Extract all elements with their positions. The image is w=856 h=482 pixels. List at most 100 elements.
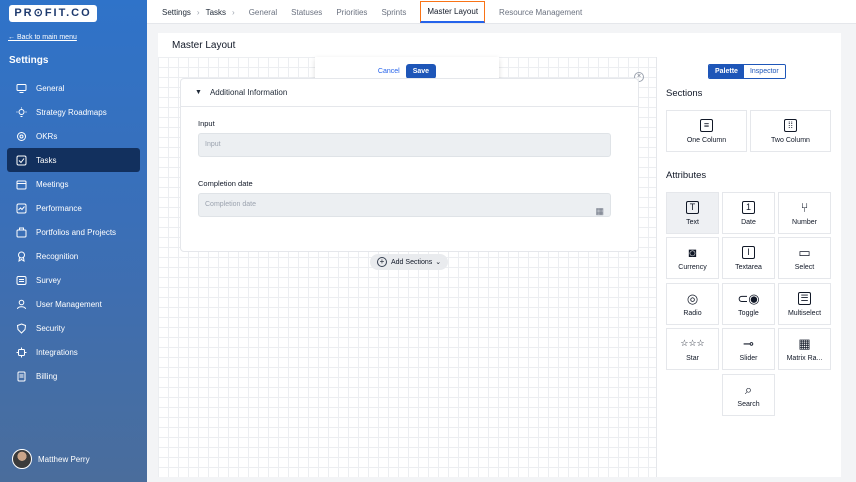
crumb-settings[interactable]: Settings — [162, 8, 191, 17]
attribute-search[interactable]: ⌕ Search — [722, 374, 775, 416]
number-icon: ⑂ — [800, 199, 809, 215]
attribute-textarea[interactable]: I Textarea — [722, 237, 775, 279]
sidebar-item-label: Portfolios and Projects — [36, 227, 117, 237]
sidebar-item-okrs[interactable]: OKRs — [7, 124, 140, 148]
settings-title: Settings — [9, 55, 49, 66]
chevron-right-icon: › — [196, 7, 200, 17]
tab-priorities[interactable]: Priorities — [336, 8, 367, 17]
sidebar-item-recognition[interactable]: Recognition — [7, 244, 140, 268]
plug-icon — [16, 347, 27, 358]
attributes-heading: Attributes — [666, 170, 707, 181]
shield-icon — [16, 322, 27, 334]
chevron-down-icon: ⌄ — [435, 259, 442, 266]
sidebar-item-label: General — [36, 83, 65, 93]
tab-general[interactable]: General — [249, 8, 277, 17]
tab-palette[interactable]: Palette — [709, 65, 744, 78]
calendar-icon — [16, 179, 27, 190]
checkbox-icon — [16, 155, 27, 166]
tile-label: Date — [741, 218, 756, 226]
tile-label: Textarea — [735, 263, 762, 271]
tab-sprints[interactable]: Sprints — [381, 8, 406, 17]
sidebar-item-portfolios-and-projects[interactable]: Portfolios and Projects — [7, 220, 140, 244]
tab-master-layout[interactable]: Master Layout — [420, 1, 486, 23]
palette-inspector-toggle: Palette Inspector — [708, 64, 786, 79]
palette-panel: Palette Inspector Sections ≡ One Column … — [656, 57, 841, 477]
save-button[interactable]: Save — [405, 64, 437, 79]
sidebar-item-security[interactable]: Security — [7, 316, 140, 340]
sidebar-item-performance[interactable]: Performance — [7, 196, 140, 220]
tile-label: Slider — [739, 354, 758, 362]
sidebar-item-general[interactable]: General — [7, 76, 140, 100]
user-name: Matthew Perry — [38, 454, 90, 464]
attribute-slider[interactable]: ⊸ Slider — [722, 328, 775, 370]
attribute-date[interactable]: 1 Date — [722, 192, 775, 234]
add-sections-button[interactable]: + Add Sections ⌄ — [370, 254, 449, 270]
tab-statuses[interactable]: Statuses — [291, 8, 322, 17]
attribute-select[interactable]: ▭ Select — [778, 237, 831, 279]
cancel-button[interactable]: Cancel — [378, 68, 400, 75]
tile-label: Star — [686, 354, 699, 362]
attribute-currency[interactable]: ◙ Currency — [666, 237, 719, 279]
tile-label: Select — [794, 263, 815, 271]
tile-label: Multiselect — [787, 309, 822, 317]
brand-logo[interactable]: PR⊙FIT.CO — [9, 5, 97, 22]
sections-heading: Sections — [666, 88, 703, 99]
avatar — [12, 449, 32, 469]
attribute-radio[interactable]: ◎ Radio — [666, 283, 719, 325]
currency-icon: ◙ — [688, 244, 697, 260]
user-profile[interactable]: Matthew Perry — [12, 449, 90, 469]
add-sections-label: Add Sections — [391, 258, 433, 266]
sidebar-item-strategy-roadmaps[interactable]: Strategy Roadmaps — [7, 100, 140, 124]
sidebar-item-user-management[interactable]: User Management — [7, 292, 140, 316]
monitor-icon — [16, 83, 27, 94]
layout-canvas[interactable]: Cancel Save × ▼ Additional Information I… — [158, 57, 656, 477]
sidebar-item-integrations[interactable]: Integrations — [7, 340, 140, 364]
calendar-icon[interactable]: ▦ — [595, 200, 604, 222]
caret-down-icon[interactable]: ▼ — [195, 89, 202, 96]
settings-nav: General Strategy Roadmaps OKRs Tasks Mee… — [7, 76, 140, 388]
plus-circle-icon: + — [377, 257, 387, 267]
tile-label: One Column — [686, 136, 727, 144]
sidebar-item-label: Integrations — [36, 347, 78, 357]
sidebar-item-label: Performance — [36, 203, 82, 213]
section-two-column[interactable]: ⁞⁞ Two Column — [750, 110, 831, 152]
back-to-main-menu-link[interactable]: ← Back to main menu — [8, 34, 77, 41]
sidebar-item-meetings[interactable]: Meetings — [7, 172, 140, 196]
sidebar-item-label: OKRs — [36, 131, 58, 141]
document-icon — [16, 371, 27, 382]
attribute-multiselect[interactable]: ☰ Multiselect — [778, 283, 831, 325]
sidebar-item-billing[interactable]: Billing — [7, 364, 140, 388]
section-header[interactable]: ▼ Additional Information — [181, 79, 638, 107]
sidebar-item-label: Billing — [36, 371, 58, 381]
attribute-matrix-rating[interactable]: ▦ Matrix Ra... — [778, 328, 831, 370]
completion-date-field[interactable]: Completion date ▦ — [198, 193, 611, 217]
radio-icon: ◎ — [686, 290, 699, 306]
tab-inspector[interactable]: Inspector — [743, 65, 785, 78]
tile-label: Radio — [683, 309, 702, 317]
sidebar: PR⊙FIT.CO ← Back to main menu Settings G… — [0, 0, 147, 482]
sidebar-item-tasks[interactable]: Tasks — [7, 148, 140, 172]
tile-label: Two Column — [771, 136, 810, 144]
attribute-number[interactable]: ⑂ Number — [778, 192, 831, 234]
completion-date-placeholder: Completion date — [205, 201, 256, 208]
sidebar-item-survey[interactable]: Survey — [7, 268, 140, 292]
chevron-right-icon: › — [232, 7, 235, 17]
textarea-icon: I — [742, 245, 755, 259]
slider-icon: ⊸ — [743, 335, 754, 351]
attribute-star[interactable]: ☆☆☆ Star — [666, 328, 719, 370]
section-one-column[interactable]: ≡ One Column — [666, 110, 747, 152]
lightbulb-icon — [16, 107, 27, 118]
tile-label: Matrix Ra... — [786, 354, 823, 362]
attribute-text[interactable]: T Text — [666, 192, 719, 234]
input-field[interactable]: Input — [198, 133, 611, 157]
crumb-tasks[interactable]: Tasks — [206, 8, 226, 17]
sidebar-item-label: Survey — [36, 275, 61, 285]
page-title: Master Layout — [172, 40, 236, 51]
toggle-icon: ⊂◉ — [737, 290, 760, 306]
grid-icon: ▦ — [798, 335, 811, 351]
tab-resource-management[interactable]: Resource Management — [499, 8, 582, 17]
text-icon: T — [686, 200, 699, 214]
survey-icon — [16, 275, 27, 286]
attribute-toggle[interactable]: ⊂◉ Toggle — [722, 283, 775, 325]
section-card[interactable]: ▼ Additional Information Input Input Com… — [180, 78, 639, 252]
